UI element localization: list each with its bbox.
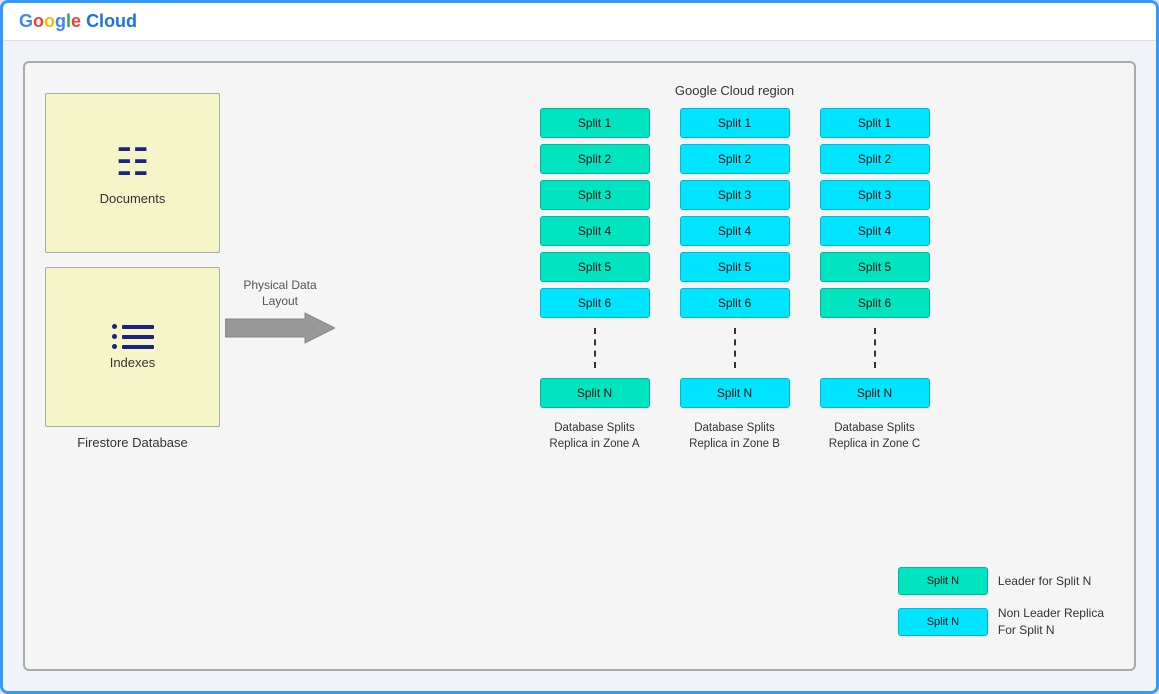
zone-b-label: Database SplitsReplica in Zone B — [689, 420, 780, 452]
outer-frame: Google Cloud ☷ Documents — [0, 0, 1159, 694]
arrow-svg — [225, 311, 335, 345]
zone-b-column: Split 1 Split 2 Split 3 Split 4 Split 5 … — [680, 108, 790, 452]
zone-c-split5: Split 5 — [820, 252, 930, 282]
zone-b-split1: Split 1 — [680, 108, 790, 138]
arrow-label: Physical DataLayout — [243, 278, 316, 309]
zone-b-split2: Split 2 — [680, 144, 790, 174]
content-area: ☷ Documents — [3, 41, 1156, 691]
zone-c-dashed-line — [874, 328, 876, 368]
line — [122, 325, 154, 329]
cloud-text: Cloud — [86, 11, 137, 31]
zones-container: Split 1 Split 2 Split 3 Split 4 Split 5 … — [355, 108, 1114, 452]
index-row-1 — [112, 324, 154, 329]
zone-c-split3: Split 3 — [820, 180, 930, 210]
zone-a-dashed-line — [594, 328, 596, 368]
firestore-section: ☷ Documents — [45, 93, 220, 450]
zone-c-splitN: Split N — [820, 378, 930, 408]
legend-item-leader: Split N Leader for Split N — [898, 567, 1104, 595]
zone-b-split6: Split 6 — [680, 288, 790, 318]
zone-b-split4: Split 4 — [680, 216, 790, 246]
document-icon: ☷ — [115, 140, 149, 185]
region-section: Google Cloud region Split 1 Split 2 Spli… — [355, 83, 1114, 649]
zone-b-dashed-line — [734, 328, 736, 368]
index-row-3 — [112, 344, 154, 349]
zone-c-split1: Split 1 — [820, 108, 930, 138]
indexes-label: Indexes — [110, 355, 156, 370]
legend: Split N Leader for Split N Split N Non L… — [898, 567, 1104, 639]
zone-c-label: Database SplitsReplica in Zone C — [829, 420, 920, 452]
legend-non-leader-label: Non Leader ReplicaFor Split N — [998, 605, 1104, 639]
line — [122, 345, 154, 349]
header-bar: Google Cloud — [3, 3, 1156, 41]
zone-c-column: Split 1 Split 2 Split 3 Split 4 Split 5 … — [820, 108, 930, 452]
legend-item-non-leader: Split N Non Leader ReplicaFor Split N — [898, 605, 1104, 639]
firestore-label: Firestore Database — [77, 435, 188, 450]
zone-b-splitN: Split N — [680, 378, 790, 408]
legend-cyan-btn: Split N — [898, 608, 988, 636]
zone-a-split6: Split 6 — [540, 288, 650, 318]
dot — [112, 324, 117, 329]
region-label: Google Cloud region — [355, 83, 1114, 98]
zone-b-split3: Split 3 — [680, 180, 790, 210]
documents-box: ☷ Documents — [45, 93, 220, 253]
zone-c-split4: Split 4 — [820, 216, 930, 246]
main-diagram: ☷ Documents — [23, 61, 1136, 671]
zone-a-split5: Split 5 — [540, 252, 650, 282]
google-logo: Google Cloud — [19, 11, 137, 32]
documents-label: Documents — [100, 191, 166, 206]
zone-a-split4: Split 4 — [540, 216, 650, 246]
zone-a-splitN: Split N — [540, 378, 650, 408]
zone-a-column: Split 1 Split 2 Split 3 Split 4 Split 5 … — [540, 108, 650, 452]
zone-c-split6: Split 6 — [820, 288, 930, 318]
arrow-section: Physical DataLayout — [225, 278, 335, 345]
zone-a-split3: Split 3 — [540, 180, 650, 210]
dot — [112, 334, 117, 339]
index-row-2 — [112, 334, 154, 339]
zone-a-label: Database SplitsReplica in Zone A — [549, 420, 639, 452]
legend-leader-label: Leader for Split N — [998, 574, 1091, 588]
legend-green-btn: Split N — [898, 567, 988, 595]
zone-b-split5: Split 5 — [680, 252, 790, 282]
zone-c-split2: Split 2 — [820, 144, 930, 174]
zone-a-split2: Split 2 — [540, 144, 650, 174]
zone-a-split1: Split 1 — [540, 108, 650, 138]
dot — [112, 344, 117, 349]
line — [122, 335, 154, 339]
indexes-box: Indexes — [45, 267, 220, 427]
indexes-icon — [112, 324, 154, 349]
